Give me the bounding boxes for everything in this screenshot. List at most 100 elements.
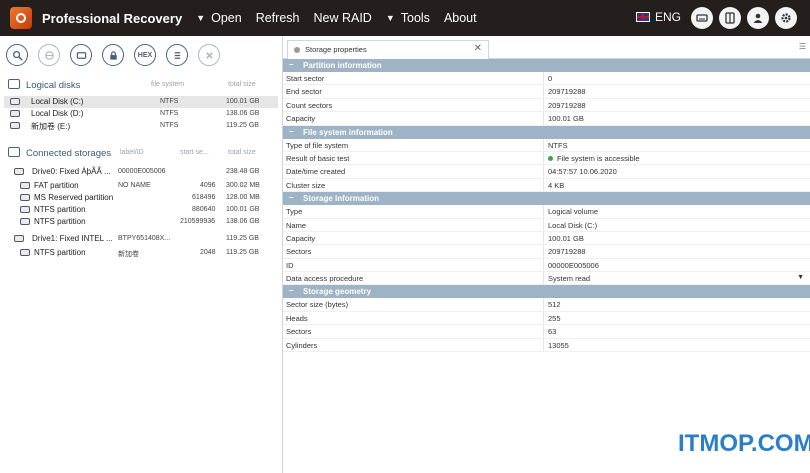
property-row: Cylinders 13055 [283,338,810,353]
property-row: Date/time created 04:57:57 10.06.2020 [283,165,810,179]
partition-row[interactable]: FAT partition NO NAME 4096 300.02 MB [0,180,282,192]
property-row: End sector 209719288 [283,85,810,99]
logical-disk-row[interactable]: Local Disk (D:) NTFS 138.06 GB [4,108,278,120]
image-tool-button[interactable] [70,44,92,66]
menu-about[interactable]: About [444,11,477,25]
logical-disk-row[interactable]: 新加卷 (E:) NTFS 119.25 GB [4,120,278,132]
menu-refresh[interactable]: Refresh [256,11,300,25]
logical-disks-header: Logical disks file system total size [0,74,282,96]
top-bar: Professional Recovery ▼ Open Refresh New… [0,0,810,36]
group-file-system-info[interactable]: – File system information [283,125,810,139]
hex-label: HEX [137,51,153,59]
tab-status-dot [294,47,300,53]
drive-row[interactable]: Drive1: Fixed INTEL ... BTPY651408X... 1… [0,231,282,247]
property-row: Type of file system NTFS [283,138,810,152]
search-icon [12,50,23,61]
partition-row[interactable]: MS Reserved partition 618496 128.00 MB [0,192,282,204]
user-button[interactable] [747,7,769,29]
tab-close-icon[interactable]: ✕ [474,43,482,54]
logical-disk-row[interactable]: Local Disk (C:) NTFS 100.01 GB [4,96,278,108]
tab-storage-properties[interactable]: Storage properties ✕ [287,40,489,59]
status-ok-icon [548,155,553,161]
user-icon [753,13,763,23]
partition-icon [20,194,30,201]
list-tool-button[interactable] [166,44,188,66]
storage-icon [8,147,20,157]
connected-storages-header: Connected storages label/ID start se... … [0,142,282,164]
disk-icon [10,122,20,129]
partition-row[interactable]: NTFS partition 880640 100.01 GB [0,204,282,216]
lock-tool-button[interactable] [102,44,124,66]
language-selector[interactable]: ENG [636,10,681,24]
partition-icon [20,218,30,225]
connected-storages-title: Connected storages [26,148,112,159]
hex-tool-button[interactable]: HEX [134,44,156,66]
partition-icon [20,206,30,213]
keyboard-icon [696,14,708,22]
settings-button[interactable] [775,7,797,29]
monitor-icon [8,79,20,89]
col-total-size: total size [228,149,256,156]
property-row: Sectors 209719288 [283,245,810,259]
close-tool-button[interactable] [198,44,220,66]
col-total-size: total size [228,81,256,88]
app-menu-caret-icon[interactable]: ▼ [196,13,205,23]
language-label: ENG [655,10,682,24]
left-panel: HEX Logical disks file system total size… [0,36,283,473]
property-row: Start sector 0 [283,72,810,86]
menu-open[interactable]: Open [211,11,242,25]
disk-icon [10,110,20,117]
panel-toggle-button[interactable] [719,7,741,29]
watermark: ITMOP.COM [678,430,810,458]
main-menu: ▼ Open Refresh New RAID ▼ Tools About [196,11,490,25]
drive-row[interactable]: Drive0: Fixed ÀþÃÃ ... 00000E005006 238.… [0,164,282,180]
gear-icon [781,13,791,23]
lock-icon [109,50,117,60]
disk-image-icon [76,51,86,59]
group-storage-info[interactable]: – Storage information [283,192,810,206]
property-row: Result of basic test File system is acces… [283,151,810,166]
col-label-id: label/ID [120,149,144,156]
group-partition-info[interactable]: – Partition information [283,59,810,72]
property-row: Type Logical volume [283,205,810,219]
watermark-text: ITMOP.COM [678,430,810,457]
menu-tools[interactable]: Tools [401,11,430,25]
property-row: Sectors 63 [283,325,810,339]
partition-row[interactable]: NTFS partition 210599936 138.06 GB [0,216,282,228]
tab-menu-icon[interactable]: ☰ [799,42,806,51]
tools-caret-icon[interactable]: ▼ [386,13,395,23]
explore-tool-button[interactable] [38,44,60,66]
left-toolbar: HEX [0,36,282,74]
property-row: Capacity 100.01 GB [283,231,810,246]
uk-flag-icon [636,12,650,22]
panel-icon [725,12,735,24]
property-row: Capacity 100.01 GB [283,112,810,126]
property-row: Name Local Disk (C:) [283,218,810,232]
network-icon [44,50,54,60]
partition-icon [20,249,30,256]
property-row: Sector size (bytes) 512 [283,298,810,312]
disk-icon [10,98,20,105]
app-logo-icon [10,7,32,29]
keyboard-button[interactable] [691,7,713,29]
drive-icon [14,168,24,175]
data-access-select[interactable]: Data access procedure System read ▼ [283,272,810,286]
property-row: Heads 255 [283,311,810,326]
properties-panel: Storage properties ✕ ☰ – Partition inform… [283,36,810,473]
list-icon [174,51,180,59]
partition-row[interactable]: NTFS partition 新加卷 2048 119.25 GB [0,247,282,259]
property-row: Cluster size 4 KB [283,178,810,193]
search-tool-button[interactable] [6,44,28,66]
partition-icon [20,182,30,189]
group-storage-geometry[interactable]: – Storage geometry [283,285,810,299]
drive-icon [14,235,24,242]
property-row: Count sectors 209719288 [283,98,810,113]
logical-disks-title: Logical disks [26,80,81,91]
tab-bar: Storage properties ✕ ☰ [283,36,810,59]
property-row: ID 00000E005006 [283,258,810,273]
app-title[interactable]: Professional Recovery [42,11,182,26]
close-icon [205,51,213,59]
menu-new-raid[interactable]: New RAID [313,11,371,25]
chevron-down-icon[interactable]: ▼ [797,274,804,281]
col-start-sector: start se... [180,149,209,156]
